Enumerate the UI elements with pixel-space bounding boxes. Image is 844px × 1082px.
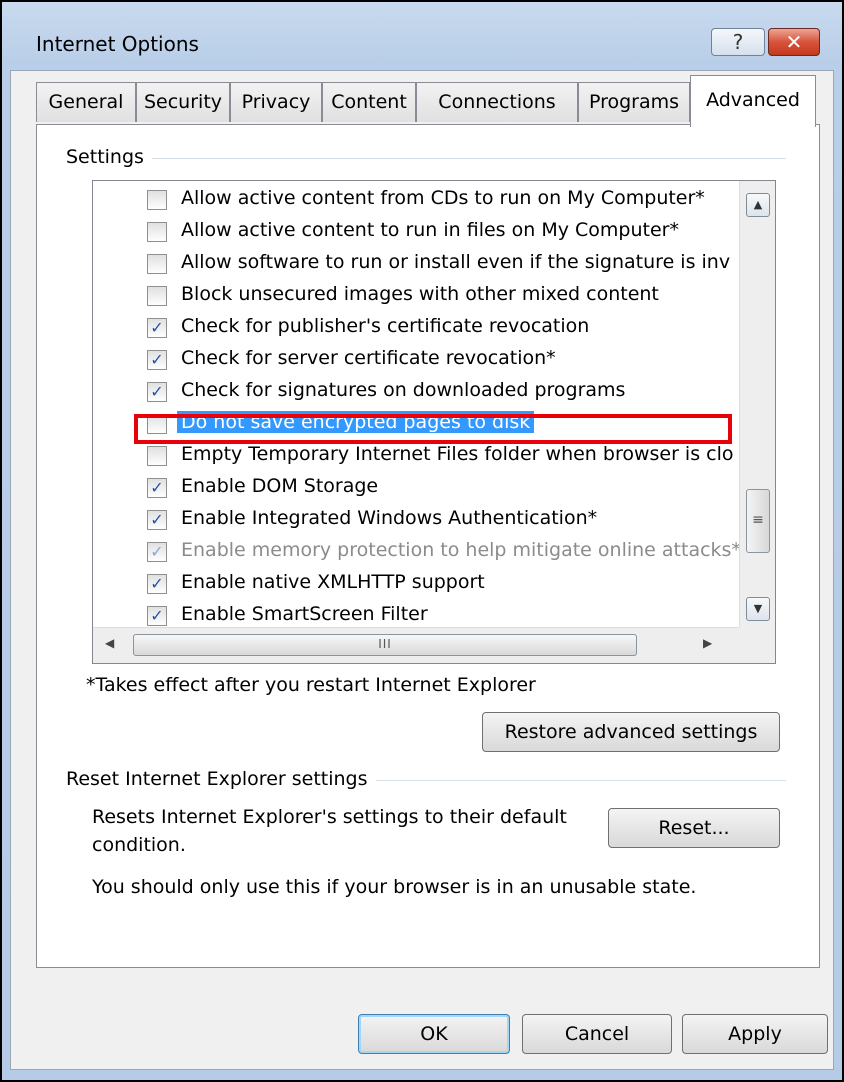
list-item[interactable]: ✓ Check for signatures on downloaded pro…	[93, 375, 733, 407]
list-item[interactable]: Block unsecured images with other mixed …	[93, 279, 733, 311]
scrollbar-corner	[739, 627, 775, 663]
setting-label: Enable native XMLHTTP support	[181, 571, 485, 593]
setting-label: Enable SmartScreen Filter	[181, 603, 428, 625]
setting-label: Enable memory protection to help mitigat…	[181, 539, 741, 561]
close-button[interactable]: ✕	[768, 28, 820, 56]
settings-group-divider	[70, 158, 786, 159]
scroll-right-icon[interactable]: ▶	[703, 636, 712, 650]
list-item[interactable]: Empty Temporary Internet Files folder wh…	[93, 439, 734, 471]
setting-label: Empty Temporary Internet Files folder wh…	[181, 443, 734, 465]
restart-note: *Takes effect after you restart Internet…	[86, 674, 536, 696]
checkbox[interactable]	[147, 446, 167, 466]
list-item[interactable]: ✓ Enable DOM Storage	[93, 471, 733, 503]
horizontal-scroll-thumb[interactable]: III	[133, 634, 637, 656]
help-button[interactable]: ?	[711, 28, 765, 56]
scroll-left-icon[interactable]: ◀	[105, 636, 114, 650]
scroll-thumb[interactable]: ≡	[746, 489, 770, 553]
list-item[interactable]: Allow active content from CDs to run on …	[93, 183, 733, 215]
advanced-settings-list[interactable]: Allow active content from CDs to run on …	[92, 180, 776, 664]
checkbox[interactable]	[147, 254, 167, 274]
checkbox: ✓	[147, 542, 167, 562]
checkbox[interactable]: ✓	[147, 606, 167, 626]
setting-label: Check for server certificate revocation*	[181, 347, 556, 369]
reset-warning: You should only use this if your browser…	[92, 876, 697, 898]
setting-label: Allow software to run or install even if…	[181, 251, 731, 273]
tab-security[interactable]: Security	[136, 82, 230, 122]
setting-label: Allow active content to run in files on …	[181, 219, 679, 241]
reset-group-label: Reset Internet Explorer settings	[66, 768, 376, 790]
list-item[interactable]: Allow software to run or install even if…	[93, 247, 733, 279]
tab-content[interactable]: Content	[322, 82, 416, 122]
list-item: ✓ Enable memory protection to help mitig…	[93, 535, 741, 567]
scroll-down-icon[interactable]: ▼	[746, 597, 770, 621]
list-item-selected[interactable]: Do not save encrypted pages to disk	[93, 407, 733, 439]
list-item[interactable]: Allow active content to run in files on …	[93, 215, 733, 247]
setting-label: Check for publisher's certificate revoca…	[181, 315, 590, 337]
setting-label: Enable Integrated Windows Authentication…	[181, 507, 598, 529]
tab-general[interactable]: General	[36, 82, 136, 122]
checkbox[interactable]: ✓	[147, 478, 167, 498]
setting-label: Check for signatures on downloaded progr…	[181, 379, 626, 401]
checkbox[interactable]: ✓	[147, 574, 167, 594]
setting-label: Do not save encrypted pages to disk	[177, 411, 535, 433]
list-item[interactable]: ✓ Enable Integrated Windows Authenticati…	[93, 503, 733, 535]
checkbox[interactable]	[147, 190, 167, 210]
tab-advanced[interactable]: Advanced	[690, 75, 816, 127]
checkbox[interactable]	[147, 222, 167, 242]
ok-button[interactable]: OK	[358, 1014, 510, 1054]
window-title: Internet Options	[36, 32, 199, 56]
checkbox[interactable]: ✓	[147, 350, 167, 370]
reset-description-line2: condition.	[92, 834, 186, 856]
horizontal-scrollbar[interactable]: ◀ III ▶	[93, 627, 739, 663]
checkbox[interactable]	[147, 414, 167, 434]
list-item[interactable]: ✓ Enable native XMLHTTP support	[93, 567, 733, 599]
settings-group-label: Settings	[66, 146, 152, 168]
checkbox[interactable]: ✓	[147, 318, 167, 338]
checkbox[interactable]: ✓	[147, 382, 167, 402]
scroll-up-icon[interactable]: ▲	[746, 193, 770, 217]
vertical-scrollbar[interactable]: ▲ ≡ ▼	[739, 181, 775, 627]
restore-advanced-settings-button[interactable]: Restore advanced settings	[482, 712, 780, 752]
reset-description-line1: Resets Internet Explorer's settings to t…	[92, 806, 567, 828]
cancel-button[interactable]: Cancel	[522, 1014, 672, 1054]
apply-button[interactable]: Apply	[682, 1014, 828, 1054]
setting-label: Block unsecured images with other mixed …	[181, 283, 659, 305]
title-bar[interactable]: Internet Options ? ✕	[2, 2, 842, 72]
tab-privacy[interactable]: Privacy	[230, 82, 322, 122]
list-item[interactable]: ✓ Check for publisher's certificate revo…	[93, 311, 733, 343]
setting-label: Allow active content from CDs to run on …	[181, 187, 705, 209]
setting-label: Enable DOM Storage	[181, 475, 379, 497]
checkbox[interactable]	[147, 286, 167, 306]
tab-programs[interactable]: Programs	[578, 82, 690, 122]
reset-button[interactable]: Reset...	[608, 808, 780, 848]
checkbox[interactable]: ✓	[147, 510, 167, 530]
tab-connections[interactable]: Connections	[416, 82, 578, 122]
list-item[interactable]: ✓ Check for server certificate revocatio…	[93, 343, 733, 375]
